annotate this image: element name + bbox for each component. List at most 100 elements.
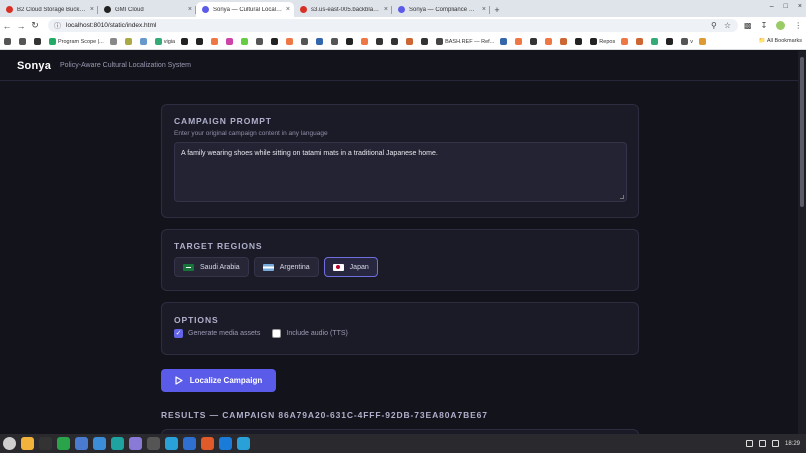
taskbar-app-icon[interactable] [21,437,34,450]
include-audio-checkbox[interactable] [272,329,282,338]
taskbar-app-icon[interactable] [39,437,52,450]
bookmark-item[interactable] [124,38,134,45]
bookmark-item[interactable] [256,38,265,45]
bookmark-item[interactable] [636,38,645,45]
new-tab-button[interactable]: + [490,2,504,17]
bookmark-item[interactable] [406,38,415,45]
tab-close-icon[interactable]: × [482,6,486,13]
browser-tab[interactable]: GMI Cloud × [98,2,196,17]
tab-close-icon[interactable]: × [188,6,192,13]
browser-tab[interactable]: B2 Cloud Storage Buckets × [0,2,98,17]
site-info-icon[interactable]: ⓘ [54,21,61,31]
taskbar-app-icon[interactable] [111,437,124,450]
clock[interactable]: 18:29 [785,441,800,447]
taskbar-app-icon[interactable] [147,437,160,450]
taskbar-app-icon[interactable] [237,437,250,450]
region-chip-saudi-arabia[interactable]: Saudi Arabia [174,257,249,277]
bookmark-item[interactable] [109,38,119,45]
bookmark-item[interactable] [391,38,400,45]
bookmark-item[interactable] [241,38,250,45]
forward-icon[interactable]: → [14,21,28,31]
bookmark-favicon-icon [361,38,369,45]
launcher-icon[interactable] [3,437,16,450]
taskbar-app-icon[interactable] [201,437,214,450]
bookmark-item[interactable] [301,38,310,45]
bookmark-item[interactable] [19,38,28,45]
volume-icon[interactable] [758,440,766,447]
bookmark-item[interactable] [500,38,509,45]
bookmark-item[interactable] [530,38,539,45]
bookmark-item[interactable]: Program Scope |... [49,38,104,45]
bookmark-item[interactable] [651,38,660,45]
campaign-prompt-input[interactable]: A family wearing shoes while sitting on … [174,142,627,202]
browser-tab[interactable]: s3.us-east-005.backblazeb2 × [294,2,392,17]
bookmark-item[interactable] [361,38,370,45]
bookmark-item[interactable] [211,38,220,45]
bookmark-item[interactable] [698,38,708,45]
bookmark-item[interactable] [666,38,675,45]
tab-close-icon[interactable]: × [286,6,290,13]
region-chip-label: Saudi Arabia [200,263,240,271]
zoom-icon[interactable]: ⚲ [711,21,717,30]
resize-grip-icon[interactable] [620,195,624,199]
generate-media-option[interactable]: ✓ Generate media assets [174,329,260,338]
network-icon[interactable] [745,440,753,447]
close-window-icon[interactable]: × [798,3,802,10]
bookmark-star-icon[interactable]: ☆ [724,21,731,30]
taskbar-app-icon[interactable] [75,437,88,450]
bookmark-item[interactable] [560,38,569,45]
maximize-icon[interactable]: □ [784,3,788,10]
back-icon[interactable]: ← [0,21,14,31]
japan-flag-icon [332,263,344,271]
scrollbar-thumb[interactable] [800,57,804,207]
all-bookmarks[interactable]: 📁 All Bookmarks [752,38,802,44]
generate-media-checkbox[interactable]: ✓ [174,329,183,338]
bookmark-item[interactable] [139,38,149,45]
bookmark-favicon-icon [590,38,598,45]
reload-icon[interactable]: ↻ [28,20,42,31]
bookmark-item[interactable] [621,38,630,45]
battery-icon[interactable] [771,440,779,447]
region-chip-argentina[interactable]: Argentina [253,257,319,277]
bookmark-item[interactable]: BASH.REF — Ref... [436,38,494,45]
bookmark-item[interactable] [196,38,205,45]
region-chip-japan[interactable]: Japan [323,257,378,277]
app-logo[interactable]: Sonya [17,60,51,72]
bookmark-item[interactable]: vigia [154,38,175,45]
apps-icon[interactable] [4,38,13,45]
bookmark-item[interactable] [346,38,355,45]
tab-close-icon[interactable]: × [90,6,94,13]
bookmark-item[interactable]: v [681,38,693,45]
profile-avatar[interactable] [776,21,786,30]
menu-icon[interactable]: ⋮ [794,21,802,30]
bookmark-item[interactable] [545,38,554,45]
taskbar-app-icon[interactable] [165,437,178,450]
bookmark-item[interactable] [181,38,190,45]
bookmark-item[interactable] [376,38,385,45]
taskbar-app-icon[interactable] [57,437,70,450]
browser-tab[interactable]: Sonya — Cultural Localiza × [196,2,294,17]
taskbar-app-icon[interactable] [183,437,196,450]
extensions-icon[interactable]: ▩ [744,21,752,30]
taskbar-app-icon[interactable] [93,437,106,450]
bookmark-item[interactable] [316,38,325,45]
bookmark-item[interactable] [575,38,584,45]
bookmark-item[interactable]: Repos [590,38,615,45]
tab-close-icon[interactable]: × [384,6,388,13]
page-scrollbar[interactable] [798,51,806,434]
minimize-icon[interactable]: – [770,3,774,10]
localize-campaign-button[interactable]: Localize Campaign [161,369,276,392]
include-audio-option[interactable]: Include audio (TTS) [272,329,348,338]
address-bar[interactable]: ⓘ localhost:8010/static/index.html ⚲ ☆ [48,19,738,32]
browser-tab[interactable]: Sonya — Compliance Notary × [392,2,490,17]
bookmark-item[interactable] [515,38,524,45]
taskbar-app-icon[interactable] [219,437,232,450]
bookmark-item[interactable] [286,38,295,45]
bookmark-item[interactable] [226,38,235,45]
bookmark-item[interactable] [271,38,280,45]
bookmark-item[interactable] [421,38,430,45]
download-icon[interactable]: ↧ [761,21,768,30]
taskbar-app-icon[interactable] [129,437,142,450]
bookmark-item[interactable] [34,38,43,45]
bookmark-item[interactable] [331,38,340,45]
